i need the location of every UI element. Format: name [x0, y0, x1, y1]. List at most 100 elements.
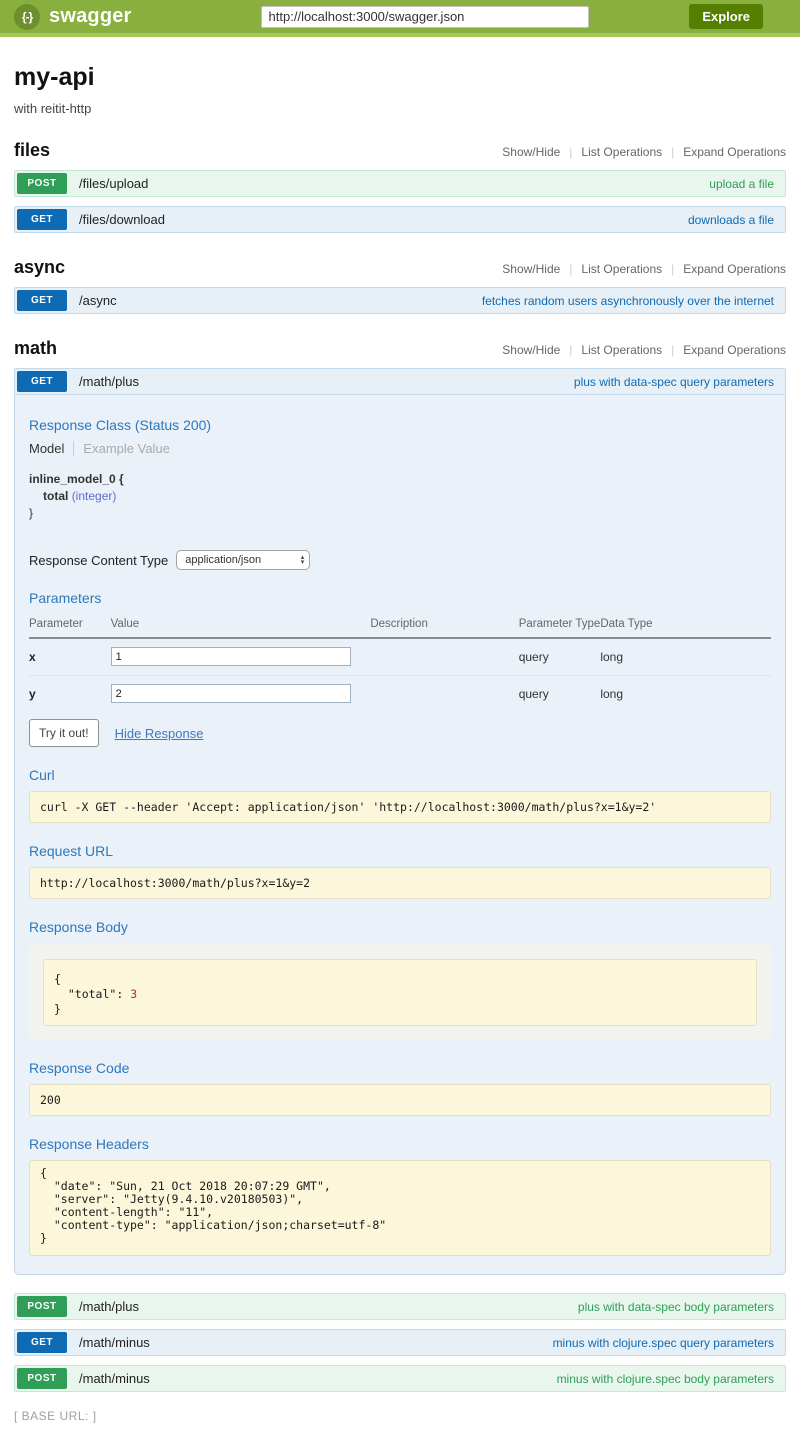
response-body-heading: Response Body [29, 919, 771, 935]
param-type: query [519, 638, 601, 676]
expand-operations-link[interactable]: Expand Operations [683, 145, 786, 159]
section-title-files[interactable]: files [14, 140, 50, 161]
operation-row[interactable]: POST /files/upload upload a file [14, 170, 786, 197]
selected-content-type: application/json [185, 554, 261, 566]
model-open-line: inline_model_0 { [29, 471, 771, 488]
operation-row[interactable]: GET /files/download downloads a file [14, 206, 786, 233]
section-title-math[interactable]: math [14, 338, 57, 359]
parameters-heading: Parameters [29, 590, 771, 606]
method-badge: POST [17, 1368, 67, 1389]
brand-title: swagger [49, 5, 132, 28]
operation-summary-link[interactable]: plus with data-spec body parameters [578, 1300, 774, 1314]
response-class-heading: Response Class (Status 200) [29, 417, 771, 433]
operation-row[interactable]: POST /math/plus plus with data-spec body… [14, 1293, 786, 1320]
param-value-input[interactable] [111, 684, 351, 703]
expand-operations-link[interactable]: Expand Operations [683, 262, 786, 276]
operation-detail-panel: Response Class (Status 200) Model Exampl… [14, 395, 786, 1275]
try-it-out-button[interactable]: Try it out! [29, 719, 99, 747]
operation-path: /math/minus [79, 1335, 150, 1350]
response-headers: { "date": "Sun, 21 Oct 2018 20:07:29 GMT… [29, 1160, 771, 1256]
model-tabs: Model Example Value [29, 441, 771, 456]
model-close-line: } [29, 505, 771, 522]
param-row: x query long [29, 638, 771, 676]
operation-row[interactable]: POST /math/minus minus with clojure.spec… [14, 1365, 786, 1392]
model-prop-name: total [43, 489, 68, 503]
operation-row[interactable]: GET /math/minus minus with clojure.spec … [14, 1329, 786, 1356]
request-url-heading: Request URL [29, 843, 771, 859]
operation-summary-link[interactable]: downloads a file [688, 213, 774, 227]
operation-row[interactable]: GET /async fetches random users asynchro… [14, 287, 786, 314]
expand-operations-link[interactable]: Expand Operations [683, 343, 786, 357]
operation-summary-link[interactable]: minus with clojure.spec body parameters [557, 1372, 774, 1386]
show-hide-link[interactable]: Show/Hide [502, 343, 560, 357]
response-content-type-select[interactable]: application/json ▴▾ [176, 550, 310, 570]
method-badge: GET [17, 209, 67, 230]
list-operations-link[interactable]: List Operations [581, 262, 662, 276]
select-arrows-icon: ▴▾ [301, 555, 305, 565]
parameters-table: Parameter Value Description Parameter Ty… [29, 614, 771, 712]
method-badge: POST [17, 1296, 67, 1317]
response-content-type-label: Response Content Type [29, 553, 168, 568]
param-type: query [519, 676, 601, 713]
operation-path: /math/minus [79, 1371, 150, 1386]
base-url-footer: [ BASE URL: ] [14, 1409, 786, 1423]
tab-example-value[interactable]: Example Value [74, 441, 169, 456]
model-signature: inline_model_0 { total (integer) } [29, 471, 771, 522]
section-controls: Show/Hide | List Operations | Expand Ope… [502, 262, 786, 276]
separator: | [671, 262, 674, 276]
method-badge: POST [17, 173, 67, 194]
curl-heading: Curl [29, 767, 771, 783]
param-data-type: long [600, 638, 771, 676]
separator: | [671, 343, 674, 357]
section-controls: Show/Hide | List Operations | Expand Ope… [502, 343, 786, 357]
show-hide-link[interactable]: Show/Hide [502, 262, 560, 276]
api-subtitle: with reitit-http [14, 101, 786, 116]
operation-summary-link[interactable]: upload a file [709, 177, 774, 191]
swagger-logo-icon: {-} [14, 4, 40, 30]
method-badge: GET [17, 290, 67, 311]
operation-summary-link[interactable]: fetches random users asynchronously over… [482, 294, 774, 308]
section-controls: Show/Hide | List Operations | Expand Ope… [502, 145, 786, 159]
swagger-url-input[interactable] [261, 6, 589, 28]
param-row: y query long [29, 676, 771, 713]
list-operations-link[interactable]: List Operations [581, 145, 662, 159]
method-badge: GET [17, 1332, 67, 1353]
separator: | [569, 343, 572, 357]
section-files: files Show/Hide | List Operations | Expa… [14, 140, 786, 233]
header-bar: {-} swagger Explore [0, 0, 800, 37]
operation-path: /math/plus [79, 374, 139, 389]
section-async: async Show/Hide | List Operations | Expa… [14, 257, 786, 314]
separator: | [569, 262, 572, 276]
operation-row[interactable]: GET /math/plus plus with data-spec query… [14, 368, 786, 395]
param-data-type: long [600, 676, 771, 713]
tab-model[interactable]: Model [29, 441, 74, 456]
param-value-input[interactable] [111, 647, 351, 666]
method-badge: GET [17, 371, 67, 392]
column-header: Data Type [600, 614, 771, 638]
list-operations-link[interactable]: List Operations [581, 343, 662, 357]
api-title: my-api [14, 63, 786, 92]
param-description [370, 676, 518, 713]
operation-path: /files/download [79, 212, 165, 227]
hide-response-link[interactable]: Hide Response [115, 726, 204, 741]
param-name: y [29, 676, 111, 713]
show-hide-link[interactable]: Show/Hide [502, 145, 560, 159]
response-code-heading: Response Code [29, 1060, 771, 1076]
request-url: http://localhost:3000/math/plus?x=1&y=2 [29, 867, 771, 899]
section-title-async[interactable]: async [14, 257, 65, 278]
response-body-container: { "total": 3 } [29, 943, 771, 1040]
operation-summary-link[interactable]: minus with clojure.spec query parameters [553, 1336, 774, 1350]
column-header: Description [370, 614, 518, 638]
section-math: math Show/Hide | List Operations | Expan… [14, 338, 786, 1392]
json-number-value: 3 [130, 987, 137, 1001]
operation-summary-link[interactable]: plus with data-spec query parameters [574, 375, 774, 389]
explore-button[interactable]: Explore [689, 4, 763, 29]
separator: | [569, 145, 572, 159]
operation-path: /async [79, 293, 117, 308]
response-headers-heading: Response Headers [29, 1136, 771, 1152]
column-header: Parameter [29, 614, 111, 638]
param-description [370, 638, 518, 676]
response-body-code: { "total": 3 } [43, 959, 757, 1026]
param-name: x [29, 638, 111, 676]
response-code: 200 [29, 1084, 771, 1116]
